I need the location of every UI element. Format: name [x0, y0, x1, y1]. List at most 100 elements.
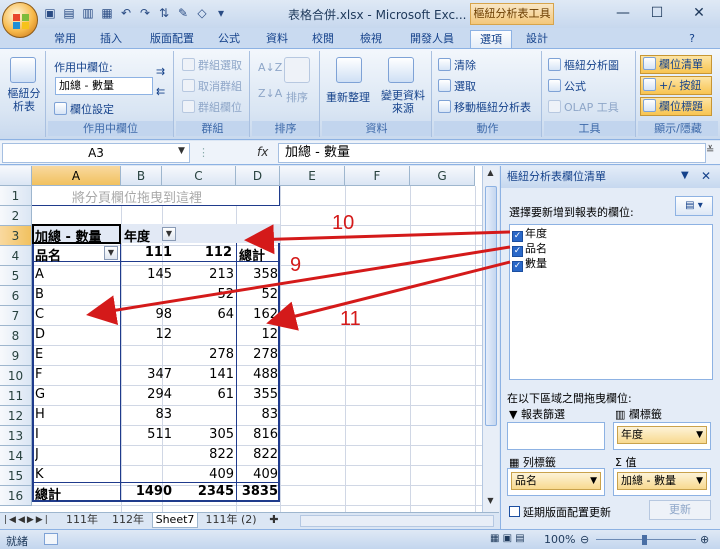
checkbox-checked-icon[interactable]: ✓: [512, 261, 523, 272]
sort-button[interactable]: 排序: [286, 89, 308, 105]
tab-home[interactable]: 常用: [48, 30, 82, 48]
defer-update-option[interactable]: 延期版面配置更新: [509, 504, 611, 520]
column-header-d[interactable]: D: [236, 166, 280, 186]
field-settings-button[interactable]: 欄位設定: [54, 101, 114, 117]
field-layout-button[interactable]: ▤ ▾: [675, 196, 713, 216]
save-icon[interactable]: ▣: [42, 5, 58, 21]
insert-sheet-icon[interactable]: ✚: [266, 513, 282, 528]
sheet-nav-icons[interactable]: |◀◀▶▶|: [4, 513, 50, 528]
tab-view[interactable]: 檢視: [354, 30, 388, 48]
row-header-4[interactable]: 4: [0, 246, 32, 266]
macro-record-icon[interactable]: [44, 533, 58, 545]
print-icon[interactable]: ▦: [99, 5, 115, 21]
checkbox-checked-icon[interactable]: ✓: [512, 246, 523, 257]
redo-icon[interactable]: ↷: [137, 5, 153, 21]
move-pivot-button[interactable]: 移動樞紐分析表: [438, 99, 531, 115]
select-all-corner[interactable]: [0, 166, 32, 186]
sort-asc-icon[interactable]: A↓Z: [258, 61, 282, 74]
column-header-e[interactable]: E: [280, 166, 345, 186]
group-field-button[interactable]: 群組欄位: [182, 99, 242, 115]
ungroup-button[interactable]: 取消群組: [182, 78, 242, 94]
values-area-item-sum-qty[interactable]: 加總 - 數量 ▼: [617, 472, 707, 490]
formulas-button[interactable]: 公式: [548, 78, 586, 94]
tab-formulas[interactable]: 公式: [212, 30, 246, 48]
dropdown-icon[interactable]: ▼: [696, 427, 703, 443]
field-headers-toggle[interactable]: 欄位標題: [640, 97, 712, 116]
sheet-tab-111-2[interactable]: 111年 (2): [200, 513, 262, 528]
row-header-5[interactable]: 5: [0, 266, 32, 286]
row-field-filter-button[interactable]: ▼: [104, 246, 118, 260]
change-source-button[interactable]: 變更資料來源: [376, 89, 430, 115]
olap-tools-button[interactable]: OLAP 工具: [548, 99, 619, 115]
report-filter-area[interactable]: [507, 422, 605, 450]
zoom-slider-thumb[interactable]: [642, 535, 647, 545]
expand-formula-bar-icon[interactable]: ≚: [706, 145, 714, 156]
field-item-year[interactable]: ✓ 年度: [512, 227, 547, 242]
row-header-14[interactable]: 14: [0, 446, 32, 466]
help-icon[interactable]: ?: [684, 30, 700, 48]
tab-data[interactable]: 資料: [260, 30, 294, 48]
dropdown-icon[interactable]: ▼: [590, 473, 597, 489]
row-header-1[interactable]: 1: [0, 186, 32, 206]
tab-options[interactable]: 選項: [470, 30, 512, 48]
row-header-2[interactable]: 2: [0, 206, 32, 226]
values-area[interactable]: 加總 - 數量 ▼: [613, 468, 711, 496]
dropdown-icon[interactable]: ▼: [696, 473, 703, 489]
edit-icon[interactable]: ✎: [175, 5, 191, 21]
office-button[interactable]: [2, 2, 38, 38]
open-folder-icon[interactable]: ▥: [80, 5, 96, 21]
row-header-8[interactable]: 8: [0, 326, 32, 346]
refresh-button[interactable]: 重新整理: [326, 89, 370, 105]
field-list[interactable]: ✓ 年度 ✓ 品名 ✓ 數量: [509, 224, 713, 380]
scroll-thumb[interactable]: [485, 186, 497, 426]
new-file-icon[interactable]: ▤: [61, 5, 77, 21]
zoom-in-icon[interactable]: ⊕: [700, 533, 709, 546]
row-labels-area[interactable]: 品名 ▼: [507, 468, 605, 496]
minimize-button[interactable]: —: [608, 4, 638, 24]
col-field-filter-button[interactable]: ▼: [162, 227, 176, 241]
column-header-g[interactable]: G: [410, 166, 475, 186]
name-box-dropdown-icon[interactable]: ▼: [178, 146, 185, 156]
checkbox-checked-icon[interactable]: ✓: [512, 231, 523, 242]
sheet-tab-sheet7[interactable]: Sheet7: [152, 513, 198, 528]
pivot-chart-button[interactable]: 樞紐分析圖: [548, 57, 619, 73]
column-header-c[interactable]: C: [162, 166, 236, 186]
worksheet-grid[interactable]: A B C D E F G 1 2 3 4 5 6 7 8 9 10 11 12 13 14 15 16 將分…: [0, 166, 482, 512]
tab-design[interactable]: 設計: [520, 30, 554, 48]
row-header-9[interactable]: 9: [0, 346, 32, 366]
panel-close-icon[interactable]: ✕: [701, 169, 711, 183]
row-header-3[interactable]: 3: [0, 226, 32, 246]
tab-page-layout[interactable]: 版面配置: [142, 30, 202, 48]
name-box[interactable]: A3: [2, 143, 190, 163]
customize-qat-icon[interactable]: ▾: [213, 5, 229, 21]
zoom-out-icon[interactable]: ⊖: [580, 533, 589, 546]
maximize-button[interactable]: ☐: [642, 4, 672, 24]
row-area-item-product[interactable]: 品名 ▼: [511, 472, 601, 490]
view-buttons-icon[interactable]: ▦ ▣ ▤: [490, 533, 525, 544]
field-list-toggle[interactable]: 欄位清單: [640, 55, 712, 74]
horizontal-scrollbar[interactable]: [300, 515, 494, 527]
column-labels-area[interactable]: 年度 ▼: [613, 422, 711, 450]
eraser-icon[interactable]: ◇: [194, 5, 210, 21]
formula-input[interactable]: 加總 - 數量: [278, 143, 706, 163]
row-header-11[interactable]: 11: [0, 386, 32, 406]
select-button[interactable]: 選取: [438, 78, 476, 94]
row-header-12[interactable]: 12: [0, 406, 32, 426]
panel-menu-icon[interactable]: ▼: [681, 170, 689, 181]
row-header-15[interactable]: 15: [0, 466, 32, 486]
active-field-input[interactable]: 加總 - 數量: [55, 77, 153, 95]
insert-function-button[interactable]: fx: [257, 145, 268, 159]
group-selection-button[interactable]: 群組選取: [182, 57, 242, 73]
sort-desc-icon[interactable]: Z↓A: [258, 87, 282, 100]
page-field-dropzone[interactable]: 將分頁欄位拖曳到這裡: [32, 186, 280, 206]
field-item-quantity[interactable]: ✓ 數量: [512, 257, 547, 272]
collapse-field-icon[interactable]: ⇇: [156, 85, 165, 98]
pivot-table-button[interactable]: 樞紐分析表: [4, 87, 44, 113]
row-header-16[interactable]: 16: [0, 486, 32, 506]
field-item-product[interactable]: ✓ 品名: [512, 242, 547, 257]
checkbox-unchecked-icon[interactable]: [509, 506, 520, 517]
row-header-6[interactable]: 6: [0, 286, 32, 306]
update-button[interactable]: 更新: [649, 500, 711, 520]
column-area-item-year[interactable]: 年度 ▼: [617, 426, 707, 444]
clear-button[interactable]: 清除: [438, 57, 476, 73]
